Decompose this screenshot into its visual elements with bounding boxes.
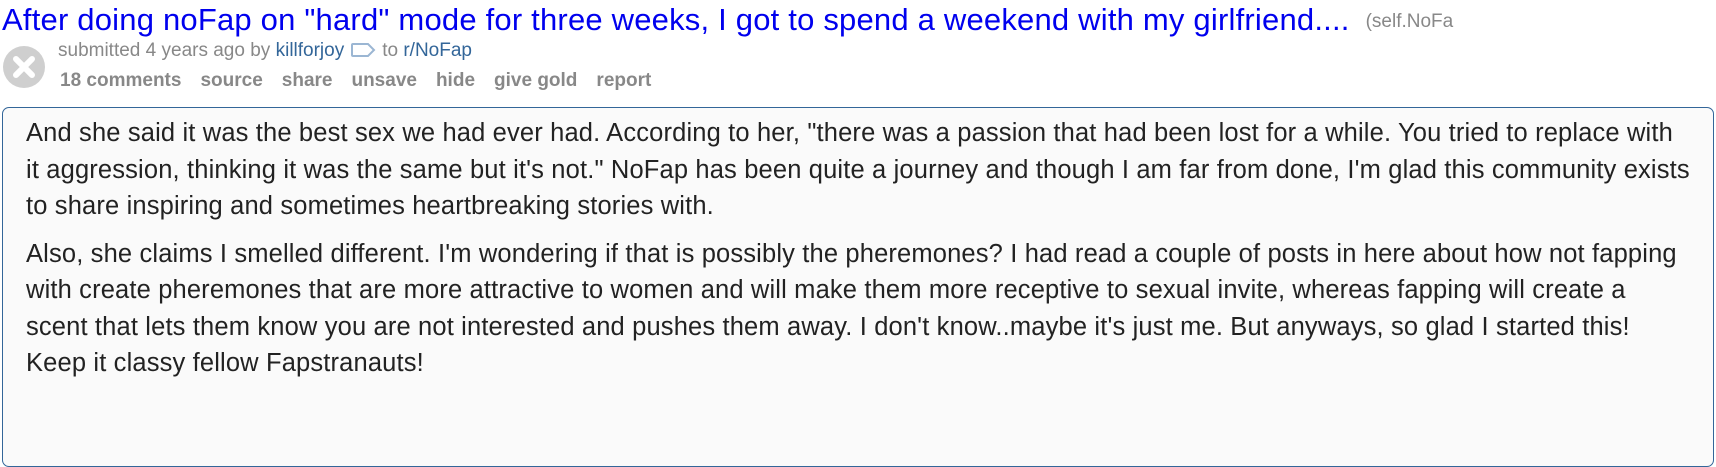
by-label: by (250, 40, 271, 61)
tagline: submitted 4 years ago by killforjoy to r/… (58, 38, 472, 66)
selftext-paragraph: And she said it was the best sex we had … (26, 119, 1690, 220)
author-link[interactable]: killforjoy (276, 40, 345, 61)
comments-button[interactable]: 18 comments (60, 70, 181, 91)
close-circle-icon (13, 56, 35, 78)
subreddit-link[interactable]: r/NoFap (403, 40, 472, 61)
hide-button[interactable]: hide (436, 70, 475, 91)
post-domain[interactable]: (self.NoFa (1366, 11, 1454, 32)
source-button[interactable]: source (200, 70, 262, 91)
title-row: After doing noFap on "hard" mode for thr… (2, 0, 1716, 40)
post-action-buttons: 18 comments source share unsave hide give gol… (60, 68, 670, 94)
hide-post-button[interactable] (3, 46, 45, 88)
submitted-label: submitted (58, 40, 141, 61)
report-button[interactable]: report (596, 70, 651, 91)
share-button[interactable]: share (282, 70, 333, 91)
unsave-button[interactable]: unsave (351, 70, 416, 91)
post-title-link[interactable]: After doing noFap on "hard" mode for thr… (2, 2, 1350, 37)
give-gold-button[interactable]: give gold (494, 70, 577, 91)
tag-icon[interactable] (350, 40, 376, 66)
selftext-body: And she said it was the best sex we had … (2, 107, 1714, 467)
to-label: to (382, 40, 399, 61)
selftext-paragraph: Also, she claims I smelled different. I'… (26, 239, 1677, 378)
post-age: 4 years ago (145, 40, 245, 61)
